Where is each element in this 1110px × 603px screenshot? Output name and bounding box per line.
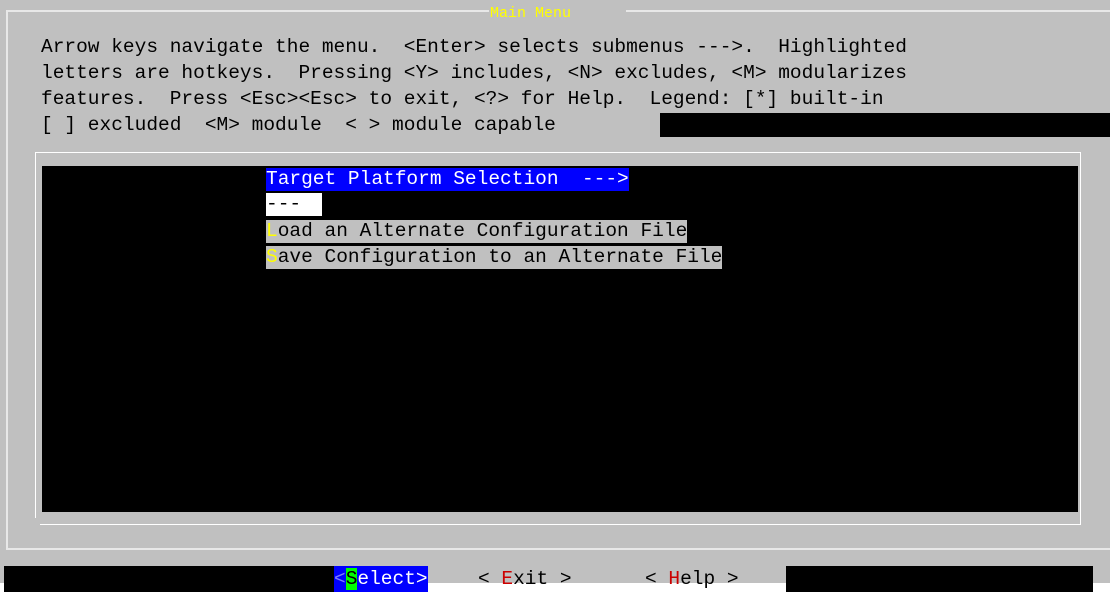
help-button[interactable]: < Help > [645,566,739,592]
help-text-overflow [660,113,1110,137]
menu-list [42,166,1078,512]
dialog-frame-bottom [6,548,1110,550]
menu-box-border-right [1080,152,1081,524]
exit-button[interactable]: < Exit > [478,566,572,592]
dialog-frame-top-right [626,10,1110,12]
help-line-3: features. Press <Esc><Esc> to exit, <?> … [41,88,884,110]
menu-item-load-config[interactable]: Load an Alternate Configuration File [266,220,688,243]
help-line-1: Arrow keys navigate the menu. <Enter> se… [41,36,907,58]
menu-item-target-platform[interactable]: Target Platform Selection ---> [266,168,629,191]
menu-item-load-label: oad an Alternate Configuration File [277,220,688,242]
select-button[interactable]: <Select> [334,566,428,592]
menu-box-border-top [35,152,1081,153]
menu-box-border-bottom [40,524,1081,525]
select-button-hotkey: S [345,568,358,590]
menu-hotkey-load: L [266,220,278,242]
menu-item-save-config[interactable]: Save Configuration to an Alternate File [266,246,723,269]
button-bar-right-fill [786,566,1093,592]
menu-item-save-label: ave Configuration to an Alternate File [277,246,723,268]
menu-box-border-left [35,152,36,518]
help-line-4: [ ] excluded <M> module < > module capab… [41,114,556,136]
dialog-title: Main Menu [490,5,572,22]
select-button-lt: < [334,568,346,590]
exit-button-hotkey: E [501,568,514,590]
help-button-gt: > [715,568,739,590]
help-button-label: elp [680,568,716,590]
help-button-hotkey: H [668,568,681,590]
select-button-label: elect [357,568,416,590]
dialog-frame-left [6,10,8,550]
button-bar-left-fill [4,566,334,592]
help-line-2: letters are hotkeys. Pressing <Y> includ… [41,62,907,84]
select-button-gt: > [415,568,428,590]
exit-button-label: xit [513,568,549,590]
exit-button-lt: < [478,568,502,590]
help-button-lt: < [645,568,669,590]
dialog-frame-top-left [6,10,489,12]
menu-hotkey-save: S [266,246,278,268]
exit-button-gt: > [548,568,572,590]
menu-separator: --- [266,193,322,216]
